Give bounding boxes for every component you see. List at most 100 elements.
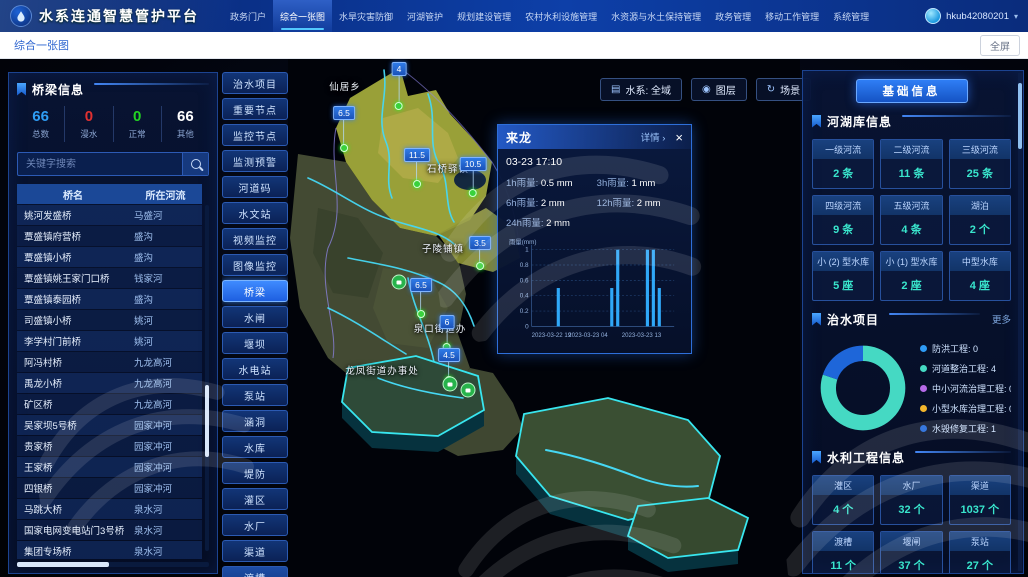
facility-card[interactable]: 灌区4 个 <box>812 475 874 525</box>
layer-item-治水项目[interactable]: 治水项目 <box>222 72 288 94</box>
nav-tab[interactable]: 政务门户 <box>223 0 273 33</box>
table-row[interactable]: 覃盛镇小桥盛沟 <box>17 247 202 267</box>
layer-item-水电站[interactable]: 水电站 <box>222 358 288 380</box>
layer-item-水厂[interactable]: 水厂 <box>222 514 288 536</box>
table-row[interactable]: 马跳大桥泉水河 <box>17 499 202 519</box>
scrollbar-thumb[interactable] <box>17 562 109 567</box>
detail-link[interactable]: 详情 › <box>641 130 666 144</box>
table-row[interactable]: 覃盛镇泰园桥盛沟 <box>17 289 202 309</box>
water-level-marker[interactable]: 6.5 <box>333 106 355 152</box>
table-row[interactable]: 四银桥园家冲河 <box>17 478 202 498</box>
river-card[interactable]: 二级河流11 条 <box>880 139 942 189</box>
water-level-marker[interactable]: 4 <box>392 62 407 110</box>
table-row[interactable]: 矿区桥九龙高河 <box>17 394 202 414</box>
table-row[interactable]: 覃盛镇府营桥盛沟 <box>17 226 202 246</box>
facility-card[interactable]: 水厂32 个 <box>880 475 942 525</box>
nav-tab[interactable]: 河湖管护 <box>400 0 450 33</box>
map-control[interactable]: ◉图层 <box>691 78 747 101</box>
layer-item-监控节点[interactable]: 监控节点 <box>222 124 288 146</box>
river-card[interactable]: 三级河流25 条 <box>949 139 1011 189</box>
layer-item-视频监控[interactable]: 视频监控 <box>222 228 288 250</box>
table-row[interactable]: 集团专场桥泉水河 <box>17 541 202 559</box>
search-button[interactable] <box>182 153 208 175</box>
nav-tab[interactable]: 农村水利设施管理 <box>518 0 604 33</box>
bridge-stat-value: 0 <box>114 108 161 125</box>
table-row[interactable]: 吴家坝5号桥园家冲河 <box>17 415 202 435</box>
layer-item-涵洞[interactable]: 涵洞 <box>222 410 288 432</box>
layer-item-水文站[interactable]: 水文站 <box>222 202 288 224</box>
map-control[interactable]: ▤水系: 全域 <box>600 78 682 101</box>
layer-item-图像监控[interactable]: 图像监控 <box>222 254 288 276</box>
nav-tab[interactable]: 水资源与水土保持管理 <box>604 0 708 33</box>
nav-tab[interactable]: 水旱灾害防御 <box>332 0 400 33</box>
layer-item-水库[interactable]: 水库 <box>222 436 288 458</box>
basic-info-button[interactable]: 基础信息 <box>856 79 968 103</box>
nav-tab[interactable]: 综合一张图 <box>273 0 332 33</box>
bridge-name-cell: 覃盛镇小桥 <box>17 250 127 264</box>
river-card[interactable]: 小 (2) 型水库5 座 <box>812 251 874 301</box>
table-horizontal-scrollbar[interactable] <box>17 562 209 567</box>
table-row[interactable]: 王家桥园家冲河 <box>17 457 202 477</box>
legend-item: 水毁修复工程: 1 <box>920 422 1011 435</box>
river-card[interactable]: 小 (1) 型水库2 座 <box>880 251 942 301</box>
river-card[interactable]: 一级河流2 条 <box>812 139 874 189</box>
table-vertical-scrollbar[interactable] <box>205 205 209 551</box>
river-card[interactable]: 四级河流9 条 <box>812 195 874 245</box>
table-row[interactable]: 国家电网变电站门3号桥泉水河 <box>17 520 202 540</box>
table-row[interactable]: 覃盛镇姚王家门口桥钱家河 <box>17 268 202 288</box>
river-card-title: 小 (2) 型水库 <box>813 252 873 271</box>
water-level-marker[interactable]: 10.5 <box>460 157 487 197</box>
fullscreen-button[interactable]: 全屏 <box>980 35 1020 56</box>
flag-icon <box>812 451 821 464</box>
scrollbar-thumb[interactable] <box>205 385 209 457</box>
scrollbar-thumb[interactable] <box>1018 83 1022 149</box>
table-row[interactable]: 司盛镇小桥姚河 <box>17 310 202 330</box>
more-link[interactable]: 更多 <box>992 312 1011 326</box>
layer-item-水闸[interactable]: 水闸 <box>222 306 288 328</box>
svg-text:2023-03-22 19: 2023-03-22 19 <box>532 332 572 339</box>
facility-card[interactable]: 渠道1037 个 <box>949 475 1011 525</box>
layer-item-监测预警[interactable]: 监测预警 <box>222 150 288 172</box>
layer-item-灌区[interactable]: 灌区 <box>222 488 288 510</box>
water-level-marker[interactable]: 6 <box>440 315 455 351</box>
header-line <box>94 83 209 85</box>
marker-value-badge: 4 <box>392 62 407 76</box>
close-icon[interactable]: × <box>675 131 683 144</box>
layer-item-堤防[interactable]: 堤防 <box>222 462 288 484</box>
facility-card[interactable]: 渡槽11 个 <box>812 531 874 574</box>
river-name-cell: 盛沟 <box>127 250 202 264</box>
water-level-marker[interactable]: 6.5 <box>410 278 432 318</box>
layer-item-重要节点[interactable]: 重要节点 <box>222 98 288 120</box>
marker-value-badge: 3.5 <box>469 236 491 250</box>
layer-item-泵站[interactable]: 泵站 <box>222 384 288 406</box>
camera-marker-icon[interactable] <box>392 275 407 290</box>
user-menu[interactable]: hkub42080201 ▾ <box>925 8 1018 24</box>
nav-tab[interactable]: 移动工作管理 <box>758 0 826 33</box>
layer-item-渠道[interactable]: 渠道 <box>222 540 288 562</box>
camera-marker-icon[interactable] <box>461 383 476 398</box>
layer-item-河道码[interactable]: 河道码 <box>222 176 288 198</box>
table-row[interactable]: 李学村门前桥姚河 <box>17 331 202 351</box>
table-row[interactable]: 贵家桥园家冲河 <box>17 436 202 456</box>
breadcrumb[interactable]: 综合一张图 <box>14 37 69 53</box>
layer-item-桥梁[interactable]: 桥梁 <box>222 280 288 302</box>
river-card[interactable]: 五级河流4 条 <box>880 195 942 245</box>
facility-card[interactable]: 泵站27 个 <box>949 531 1011 574</box>
facility-card[interactable]: 堰闸37 个 <box>880 531 942 574</box>
table-row[interactable]: 阿冯村桥九龙高河 <box>17 352 202 372</box>
nav-tab[interactable]: 系统管理 <box>826 0 876 33</box>
water-level-marker[interactable]: 3.5 <box>469 236 491 270</box>
nav-tab[interactable]: 政务管理 <box>708 0 758 33</box>
nav-tab[interactable]: 规划建设管理 <box>450 0 518 33</box>
search-input[interactable] <box>18 153 182 175</box>
layer-item-渡槽[interactable]: 渡槽 <box>222 566 288 577</box>
river-card[interactable]: 湖泊2 个 <box>949 195 1011 245</box>
table-row[interactable]: 禹龙小桥九龙高河 <box>17 373 202 393</box>
table-row[interactable]: 姚河发盛桥马盛河 <box>17 205 202 225</box>
layer-item-堰坝[interactable]: 堰坝 <box>222 332 288 354</box>
legend-dot-icon <box>920 345 927 352</box>
panel-scrollbar[interactable] <box>1018 73 1022 571</box>
camera-marker-icon[interactable] <box>443 377 458 392</box>
water-level-marker[interactable]: 11.5 <box>404 148 430 188</box>
river-card[interactable]: 中型水库4 座 <box>949 251 1011 301</box>
